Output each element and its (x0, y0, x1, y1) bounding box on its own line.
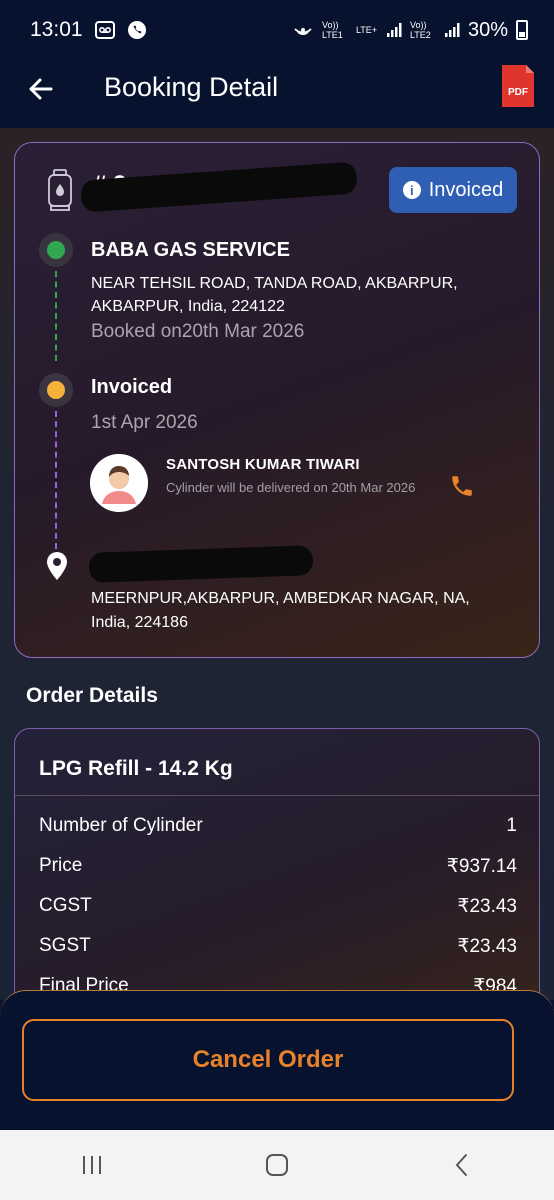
network-label-1: Vo)) LTE1 (321, 20, 343, 40)
timeline-connector-2 (55, 411, 57, 549)
avatar (90, 454, 148, 512)
order-row: CGST ₹23.43 (39, 895, 517, 918)
row-value: 1 (506, 815, 517, 836)
order-details-card: LPG Refill - 14.2 Kg Number of Cylinder … (14, 728, 540, 1000)
redaction-mark-2 (88, 545, 314, 583)
pdf-icon (502, 65, 534, 107)
cancel-order-button[interactable]: Cancel Order (22, 1019, 514, 1101)
divider (15, 795, 539, 796)
phone-icon (452, 476, 472, 496)
order-row: Number of Cylinder 1 (39, 815, 517, 837)
timeline-dot-invoiced (39, 373, 73, 407)
delivery-note: Cylinder will be delivered on 20th Mar 2… (166, 480, 416, 495)
status-badge-label: Invoiced (428, 178, 504, 201)
page-title: Booking Detail (104, 72, 279, 102)
bottom-action-sheet: Cancel Order (0, 990, 554, 1130)
timeline-dot-booked (39, 233, 73, 267)
back-button[interactable] (26, 74, 56, 104)
row-value: ₹23.43 (457, 936, 517, 957)
network-label-3: Vo)) LTE2 (409, 20, 431, 40)
invoiced-label: Invoiced (91, 376, 173, 398)
system-nav-bar (0, 1130, 554, 1200)
distributor-name: BABA GAS SERVICE (91, 239, 290, 261)
battery-icon (516, 20, 528, 40)
invoiced-date: 1st Apr 2026 (91, 412, 198, 433)
home-icon (265, 1154, 288, 1176)
order-row: SGST ₹23.43 (39, 935, 517, 958)
signal-icon-2 (444, 22, 460, 38)
call-agent-button[interactable] (449, 473, 475, 499)
arrow-left-icon (29, 78, 53, 100)
gas-cylinder-icon (48, 169, 72, 211)
hotspot-icon (292, 20, 314, 40)
row-label: Price (39, 855, 83, 876)
battery-percent: 30% (467, 18, 508, 41)
location-pin-icon (47, 552, 67, 580)
redaction-mark (80, 161, 358, 213)
status-bar: 13:01 Vo)) LTE1 LTE+ Vo)) LTE2 30% (0, 0, 554, 60)
row-value: ₹23.43 (457, 896, 517, 917)
pdf-label: PDF (508, 87, 528, 98)
network-label-2: LTE+ (355, 25, 378, 35)
delivery-address: MEERNPUR,AKBARPUR, AMBEDKAR NAGAR, NA, I… (91, 590, 470, 631)
order-details-title: Order Details (26, 684, 158, 707)
status-badge: i Invoiced (389, 167, 517, 213)
row-value: ₹937.14 (446, 856, 517, 877)
booking-card: # 2 i Invoiced BABA GAS SERVICE NEAR TEH… (14, 142, 540, 658)
product-name: LPG Refill - 14.2 Kg (39, 757, 233, 780)
system-back-button[interactable] (432, 1145, 492, 1185)
chevron-left-icon (455, 1154, 467, 1176)
pdf-download-button[interactable]: PDF (500, 63, 536, 109)
distributor-address: NEAR TEHSIL ROAD, TANDA ROAD, AKBARPUR, … (91, 275, 458, 315)
voicemail-icon (94, 21, 115, 39)
recent-apps-button[interactable] (62, 1145, 122, 1185)
recent-apps-icon (83, 1156, 102, 1174)
app-header: Booking Detail PDF (0, 60, 554, 128)
row-label: SGST (39, 935, 91, 956)
row-label: CGST (39, 895, 92, 916)
booked-on-date: Booked on20th Mar 2026 (91, 321, 305, 342)
status-time: 13:01 (30, 18, 83, 41)
timeline-connector (55, 271, 57, 361)
call-app-icon (127, 20, 147, 40)
signal-icon (386, 22, 402, 38)
info-icon: i (402, 181, 421, 199)
delivery-agent-name: SANTOSH KUMAR TIWARI (166, 456, 360, 473)
order-row: Price ₹937.14 (39, 855, 517, 878)
content-area[interactable]: # 2 i Invoiced BABA GAS SERVICE NEAR TEH… (0, 128, 554, 1000)
row-label: Number of Cylinder (39, 815, 203, 836)
home-button[interactable] (247, 1145, 307, 1185)
